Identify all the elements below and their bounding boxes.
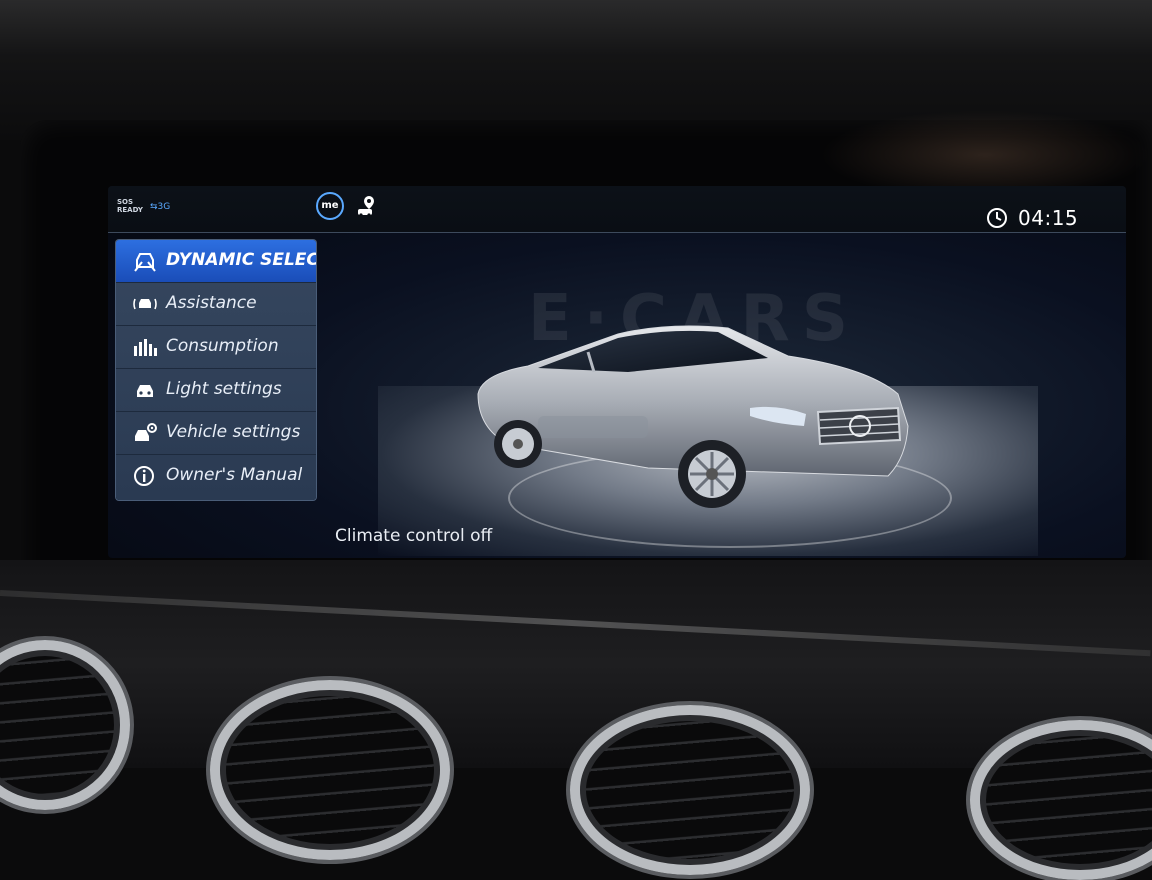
air-vent-center-right [570, 705, 810, 875]
menu-item-label: DYNAMIC SELECT [166, 250, 316, 270]
light-settings-icon [137, 385, 153, 397]
vehicle-location-icon[interactable] [356, 194, 378, 218]
vehicle-settings-icon [135, 423, 157, 441]
dynamic-select-icon [134, 253, 156, 272]
signal-arrows-icon: ⇆ [150, 202, 158, 212]
menu-item-consumption[interactable]: Consumption [116, 326, 316, 369]
clock-icon [987, 208, 1007, 228]
clock-time: 04:15 [1018, 206, 1079, 230]
network-indicator: ⇆3G [150, 202, 171, 212]
info-icon [134, 466, 154, 486]
menu-item-label: Owner's Manual [166, 465, 303, 485]
menu-item-assistance[interactable]: Assistance [116, 283, 316, 326]
mercedes-me-icon[interactable]: me [316, 192, 344, 220]
menu-item-label: Light settings [166, 379, 282, 399]
menu-item-label: Consumption [166, 336, 279, 356]
menu-item-label: Assistance [166, 293, 257, 313]
assistance-icon [133, 298, 157, 310]
status-bar: SOS READY ⇆3G me 04:15 [108, 186, 1126, 233]
menu-item-owners-manual[interactable]: Owner's Manual [116, 455, 316, 497]
lower-dashboard [0, 560, 1152, 768]
vehicle-image [477, 325, 909, 508]
consumption-icon [134, 339, 157, 356]
menu-item-dynamic-select[interactable]: DYNAMIC SELECT [116, 240, 316, 283]
menu-item-label: Vehicle settings [166, 422, 301, 442]
infotainment-screen: SOS READY ⇆3G me 04:15 E·CARS DYNAMIC SE… [108, 186, 1126, 558]
vehicle-menu: DYNAMIC SELECT Assistance Consumption Li… [116, 240, 316, 500]
air-vent-center-left [210, 680, 450, 860]
menu-item-light-settings[interactable]: Light settings [116, 369, 316, 412]
sos-ready-indicator: SOS READY [117, 198, 143, 214]
menu-item-vehicle-settings[interactable]: Vehicle settings [116, 412, 316, 455]
climate-status-message: Climate control off [335, 526, 493, 546]
